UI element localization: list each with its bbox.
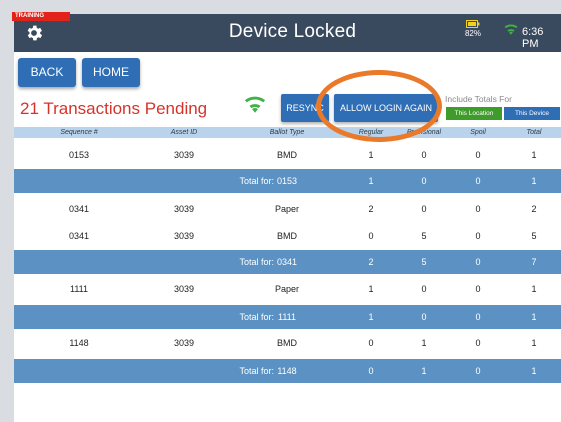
provisional-cell: 5 — [421, 257, 427, 267]
battery-indicator: 82% — [462, 20, 484, 38]
column-header-ballot-type: Ballot Type — [269, 129, 305, 136]
ballot-type-cell: BMD — [277, 338, 297, 348]
spoil-cell: 0 — [475, 257, 481, 267]
regular-cell: 2 — [368, 204, 374, 214]
this-device-toggle[interactable]: This Device — [504, 107, 560, 120]
ballot-type-cell: BMD — [277, 231, 297, 241]
spoil-cell: 0 — [475, 176, 481, 186]
table-row: 0341 3039 Paper 2 0 0 2 — [14, 199, 561, 219]
spoil-cell: 0 — [475, 312, 481, 322]
column-header-spoil: Spoil — [470, 129, 486, 136]
ballot-type-cell: BMD — [277, 150, 297, 160]
regular-cell: 0 — [368, 366, 374, 376]
top-bar: Device Locked 82% 6:36 PM — [14, 14, 561, 52]
allow-login-again-button[interactable]: ALLOW LOGIN AGAIN — [334, 94, 438, 122]
column-header-regular: Regular — [358, 129, 384, 136]
pending-transactions-text: 21 Transactions Pending — [20, 99, 208, 118]
total-cell: 1 — [531, 176, 537, 186]
this-location-toggle[interactable]: This Location — [446, 107, 502, 120]
sequence-cell: 0153 — [276, 176, 298, 186]
asset-id-cell: 3039 — [173, 338, 195, 348]
wifi-icon — [244, 96, 266, 113]
clock: 6:36 PM — [522, 26, 544, 50]
table-row: 1111 3039 Paper 1 0 0 1 — [14, 279, 561, 299]
column-header-asset-id: Asset ID — [170, 129, 198, 136]
provisional-cell: 0 — [421, 284, 427, 294]
table-row: 0153 3039 BMD 1 0 0 1 — [14, 145, 561, 165]
total-row: Total for: 1148 0 1 0 1 — [14, 359, 561, 383]
column-header-total: Total — [526, 129, 542, 136]
spoil-cell: 0 — [475, 366, 481, 376]
spoil-cell: 0 — [475, 284, 481, 294]
regular-cell: 0 — [368, 338, 374, 348]
provisional-cell: 1 — [421, 366, 427, 376]
provisional-cell: 0 — [421, 204, 427, 214]
app-screen: Device Locked 82% 6:36 PM BACK HOME 21 T… — [14, 14, 561, 422]
sequence-cell: 0341 — [276, 257, 298, 267]
regular-cell: 1 — [368, 150, 374, 160]
provisional-cell: 1 — [421, 338, 427, 348]
include-totals-label: Include Totals For — [445, 94, 512, 104]
sequence-cell: 1148 — [69, 338, 89, 348]
home-button[interactable]: HOME — [82, 58, 140, 87]
table-row: 1148 3039 BMD 0 1 0 1 — [14, 333, 561, 353]
spoil-cell: 0 — [475, 150, 481, 160]
sequence-cell: 0341 — [68, 231, 90, 241]
total-cell: 1 — [531, 338, 537, 348]
spoil-cell: 0 — [475, 338, 481, 348]
total-row: Total for: 0153 1 0 0 1 — [14, 169, 561, 193]
sequence-cell: 1111 — [277, 312, 297, 322]
provisional-cell: 0 — [421, 150, 427, 160]
sequence-cell: 0153 — [68, 150, 90, 160]
regular-cell: 0 — [368, 231, 374, 241]
asset-id-cell: 3039 — [173, 231, 195, 241]
ballot-type-cell: Paper — [274, 284, 300, 294]
total-row: Total for: 1111 1 0 0 1 — [14, 305, 561, 329]
total-cell: 2 — [531, 204, 537, 214]
training-badge: TRAINING — [12, 12, 70, 21]
total-cell: 7 — [531, 257, 537, 267]
regular-cell: 1 — [368, 176, 374, 186]
sequence-cell: 1148 — [277, 366, 297, 376]
spoil-cell: 0 — [475, 231, 481, 241]
sequence-cell: 1111 — [69, 284, 89, 294]
ballot-type-cell: Paper — [274, 204, 300, 214]
sequence-cell: 0341 — [68, 204, 90, 214]
table-header: Sequence # Asset ID Ballot Type Regular … — [14, 127, 561, 138]
asset-id-cell: 3039 — [173, 150, 195, 160]
spoil-cell: 0 — [475, 204, 481, 214]
total-row: Total for: 0341 2 5 0 7 — [14, 250, 561, 274]
wifi-icon — [504, 24, 518, 35]
total-cell: 1 — [531, 284, 537, 294]
total-cell: 1 — [531, 150, 537, 160]
provisional-cell: 0 — [421, 176, 427, 186]
total-cell: 5 — [531, 231, 537, 241]
provisional-cell: 5 — [421, 231, 427, 241]
column-header-provisional: Provisional — [406, 129, 442, 136]
back-button[interactable]: BACK — [18, 58, 76, 87]
total-cell: 1 — [531, 312, 537, 322]
regular-cell: 1 — [368, 312, 374, 322]
provisional-cell: 0 — [421, 312, 427, 322]
column-header-sequence: Sequence # — [60, 129, 98, 136]
resync-button[interactable]: RESYNC — [281, 94, 329, 122]
asset-id-cell: 3039 — [173, 284, 195, 294]
table-row: 0341 3039 BMD 0 5 0 5 — [14, 226, 561, 246]
total-cell: 1 — [531, 366, 537, 376]
battery-percent: 82% — [464, 29, 481, 38]
asset-id-cell: 3039 — [173, 204, 195, 214]
battery-icon — [466, 20, 480, 28]
regular-cell: 1 — [368, 284, 374, 294]
regular-cell: 2 — [368, 257, 374, 267]
